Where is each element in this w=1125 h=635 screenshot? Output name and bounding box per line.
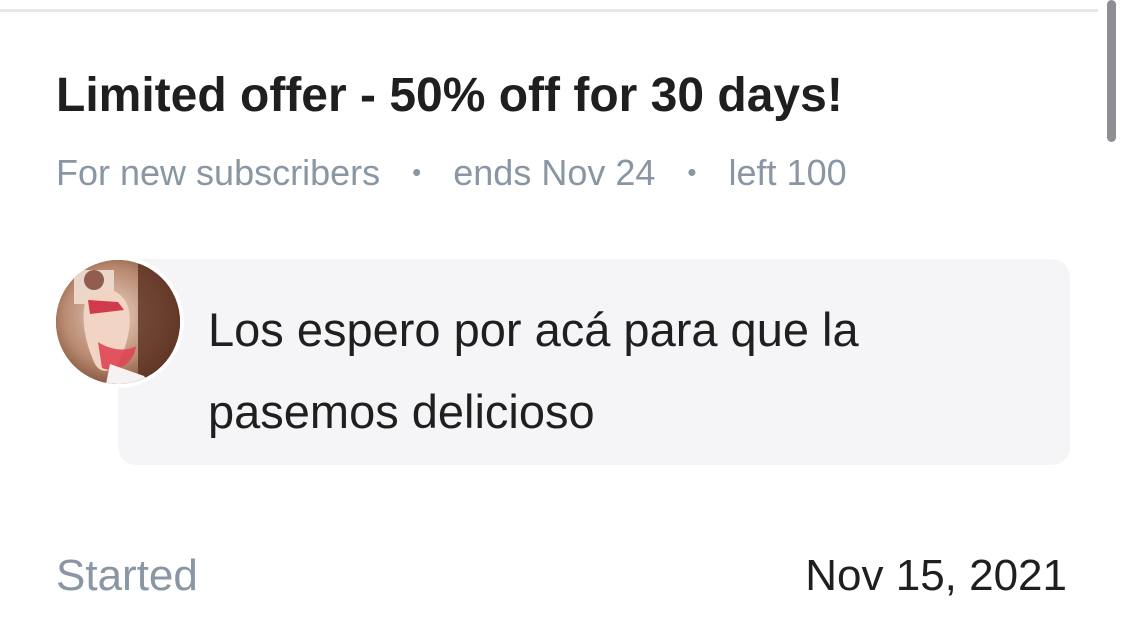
- user-avatar-photo-icon: [56, 260, 180, 384]
- started-date: Nov 15, 2021: [805, 551, 1067, 600]
- scrollbar-thumb[interactable]: [1107, 0, 1116, 142]
- message-bubble: Los espero por acá para que la pasemos d…: [118, 259, 1070, 465]
- offer-screen: Limited offer - 50% off for 30 days! For…: [0, 0, 1125, 635]
- meta-separator: •: [412, 157, 422, 187]
- offer-meta: For new subscribers • ends Nov 24 • left…: [56, 150, 847, 199]
- avatar-photo-icon: [56, 260, 180, 384]
- offer-end-date: ends Nov 24: [453, 152, 656, 193]
- top-divider: [0, 9, 1098, 12]
- started-row: Started Nov 15, 2021: [56, 548, 1067, 604]
- offer-title: Limited offer - 50% off for 30 days!: [56, 69, 843, 122]
- offer-audience: For new subscribers: [56, 152, 381, 193]
- meta-separator: •: [687, 157, 697, 187]
- offer-remaining-count: left 100: [728, 152, 847, 193]
- started-label: Started: [56, 551, 198, 600]
- avatar[interactable]: [52, 256, 184, 388]
- message-text: Los espero por acá para que la pasemos d…: [208, 303, 859, 438]
